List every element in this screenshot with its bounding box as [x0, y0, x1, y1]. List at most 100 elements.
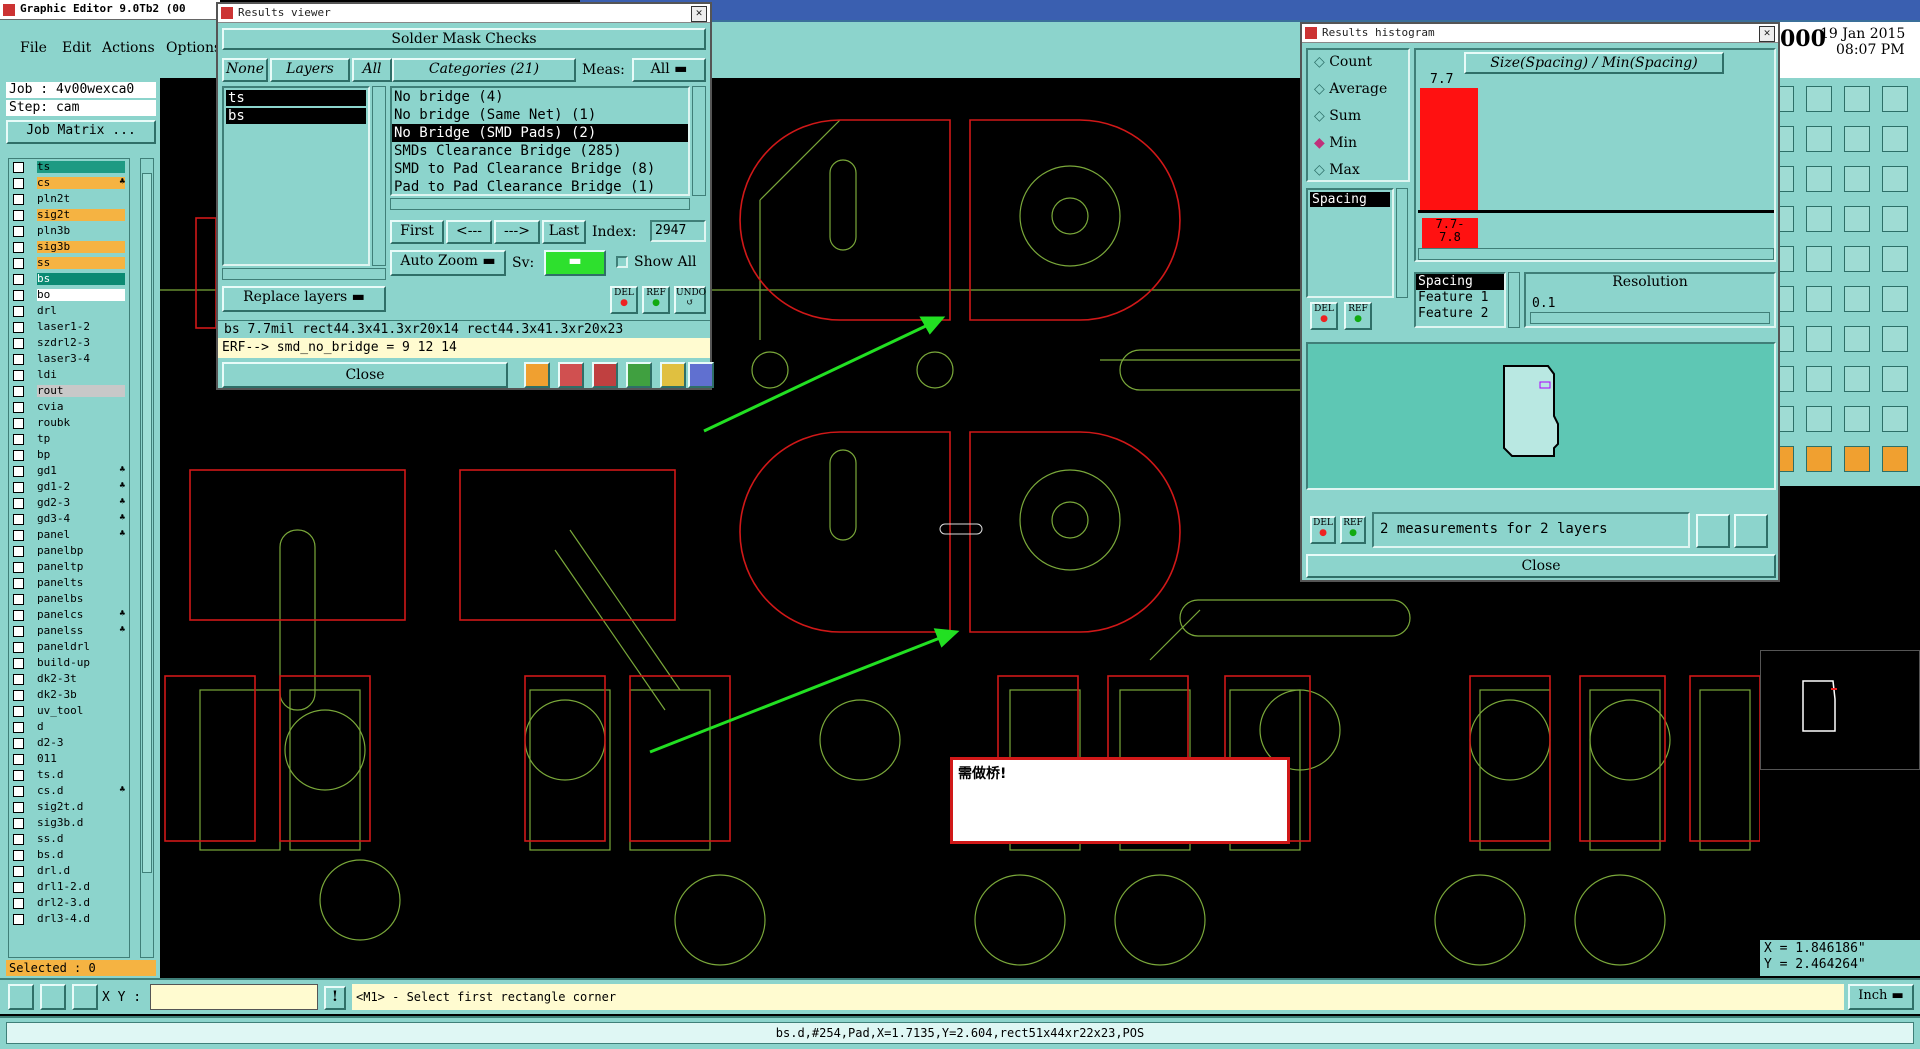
arch-icon[interactable]	[1844, 406, 1870, 432]
layer-row[interactable]: cs.d ♣	[9, 785, 127, 798]
help-icon[interactable]	[1882, 166, 1908, 192]
layer-checkbox[interactable]	[13, 210, 24, 221]
layer-checkbox[interactable]	[13, 674, 24, 685]
close-icon[interactable]: ✕	[1759, 26, 1775, 42]
layer-checkbox[interactable]	[13, 866, 24, 877]
job-matrix-button[interactable]: Job Matrix ...	[6, 120, 156, 144]
layer-checkbox[interactable]	[13, 562, 24, 573]
scale-icon[interactable]	[1844, 166, 1870, 192]
connect-icon[interactable]	[1844, 286, 1870, 312]
layer-row[interactable]: ts.d	[9, 769, 127, 782]
zoom-fit-icon[interactable]	[1734, 514, 1768, 548]
feature-scrollbar[interactable]	[1508, 272, 1520, 328]
layer-checkbox[interactable]	[13, 290, 24, 301]
layer-checkbox[interactable]	[13, 658, 24, 669]
overview-map[interactable]	[1760, 650, 1920, 770]
preview-ref-button[interactable]: REF ●	[1340, 516, 1366, 544]
table-icon[interactable]	[1806, 206, 1832, 232]
layer-checkbox[interactable]	[13, 242, 24, 253]
next-button[interactable]: --->	[494, 220, 540, 244]
sv-color-select[interactable]: ▬	[544, 250, 606, 276]
category-item[interactable]: Pad to Pad Clearance Bridge (1)	[392, 178, 688, 196]
layer-row[interactable]: cvia	[9, 401, 127, 414]
alert-icon[interactable]: !	[324, 986, 346, 1010]
layer-row[interactable]: tp	[9, 433, 127, 446]
histogram-close-button[interactable]: Close	[1306, 554, 1776, 578]
replace-layers-select[interactable]: Replace layers ▬	[222, 286, 386, 312]
aggregate-option[interactable]: ◇ Average	[1314, 81, 1387, 97]
layer-row[interactable]: laser1-2	[9, 321, 127, 334]
pointer-tool-icon[interactable]	[8, 984, 34, 1010]
layer-checkbox[interactable]	[13, 690, 24, 701]
layer-checkbox[interactable]	[13, 274, 24, 285]
layer-item-bs[interactable]: bs	[226, 108, 366, 124]
layer-row[interactable]: gd1-2 ♣	[9, 481, 127, 494]
layer-checkbox[interactable]	[13, 402, 24, 413]
category-item[interactable]: SMD to Pad Clearance Bridge (8)	[392, 160, 688, 178]
layer-row[interactable]: drl3-4.d	[9, 913, 127, 926]
layer-checkbox[interactable]	[13, 466, 24, 477]
undo-button[interactable]: UNDO ↺	[674, 286, 706, 314]
layer-row[interactable]: bo	[9, 289, 127, 302]
histogram-titlebar[interactable]: Results histogram ✕	[1302, 24, 1778, 43]
measure-item-spacing[interactable]: Spacing	[1310, 192, 1390, 207]
export-icon[interactable]	[558, 362, 584, 388]
layer-row[interactable]: panelts	[9, 577, 127, 590]
measure-scrollbar[interactable]	[1396, 188, 1408, 298]
layer-row[interactable]: sig2t	[9, 209, 127, 222]
layer-row[interactable]: szdrl2-3	[9, 337, 127, 350]
layer-row[interactable]: sig2t.d	[9, 801, 127, 814]
pointer-icon[interactable]	[1844, 446, 1870, 472]
index-field[interactable]: 2947	[650, 220, 706, 242]
category-item[interactable]: No bridge (4)	[392, 88, 688, 106]
probe-icon[interactable]	[524, 362, 550, 388]
layer-row[interactable]: pln2t	[9, 193, 127, 206]
grid-tool-icon[interactable]	[72, 984, 98, 1010]
house-icon[interactable]	[1844, 86, 1870, 112]
layer-row[interactable]: drl.d	[9, 865, 127, 878]
none-button[interactable]: None	[222, 58, 268, 82]
layer-row[interactable]: dk2-3t	[9, 673, 127, 686]
layer-checkbox[interactable]	[13, 546, 24, 557]
menu-options[interactable]: Options	[166, 40, 221, 56]
layer-row[interactable]: d2-3	[9, 737, 127, 750]
categories-scrollbar[interactable]	[692, 86, 706, 196]
measure-list[interactable]: Spacing	[1306, 188, 1394, 298]
layer-row[interactable]: gd1 ♣	[9, 465, 127, 478]
layer-row[interactable]: panelcs ♣	[9, 609, 127, 622]
layers-list[interactable]: ts bs	[222, 86, 370, 266]
layer-checkbox[interactable]	[13, 178, 24, 189]
del-button[interactable]: DEL ●	[610, 286, 638, 314]
annotation-popup[interactable]: 需做桥!	[950, 757, 1290, 844]
layer-checkbox[interactable]	[13, 594, 24, 605]
layer-checkbox[interactable]	[13, 914, 24, 925]
layer-checkbox[interactable]	[13, 898, 24, 909]
layer-checkbox[interactable]	[13, 226, 24, 237]
layer-row[interactable]: dk2-3b	[9, 689, 127, 702]
triangle-icon[interactable]	[1806, 406, 1832, 432]
layer-row[interactable]: ldi	[9, 369, 127, 382]
xy-input[interactable]	[150, 984, 318, 1010]
layer-row[interactable]: panelss ♣	[9, 625, 127, 638]
flag-icon[interactable]	[1882, 446, 1908, 472]
preview-del-button[interactable]: DEL ●	[1310, 516, 1336, 544]
all-layers-button[interactable]: All	[352, 58, 392, 82]
layer-checkbox[interactable]	[13, 786, 24, 797]
layer-checkbox[interactable]	[13, 834, 24, 845]
layer-list-scrollbar[interactable]	[140, 158, 154, 958]
curve-icon[interactable]	[1844, 326, 1870, 352]
layer-row[interactable]: drl	[9, 305, 127, 318]
layer-checkbox[interactable]	[13, 386, 24, 397]
layer-checkbox[interactable]	[13, 802, 24, 813]
categories-hscroll[interactable]	[390, 198, 690, 210]
results-close-button[interactable]: Close	[222, 362, 508, 388]
categories-list[interactable]: No bridge (4) No bridge (Same Net) (1) No …	[390, 86, 690, 196]
drill-icon[interactable]	[1882, 366, 1908, 392]
import-icon[interactable]	[1806, 126, 1832, 152]
layer-row[interactable]: rout	[9, 385, 127, 398]
move-icon[interactable]	[1806, 166, 1832, 192]
delete-results-icon[interactable]	[592, 362, 618, 388]
report-icon[interactable]	[660, 362, 686, 388]
layer-row[interactable]: ts	[9, 161, 127, 174]
layer-checkbox[interactable]	[13, 738, 24, 749]
